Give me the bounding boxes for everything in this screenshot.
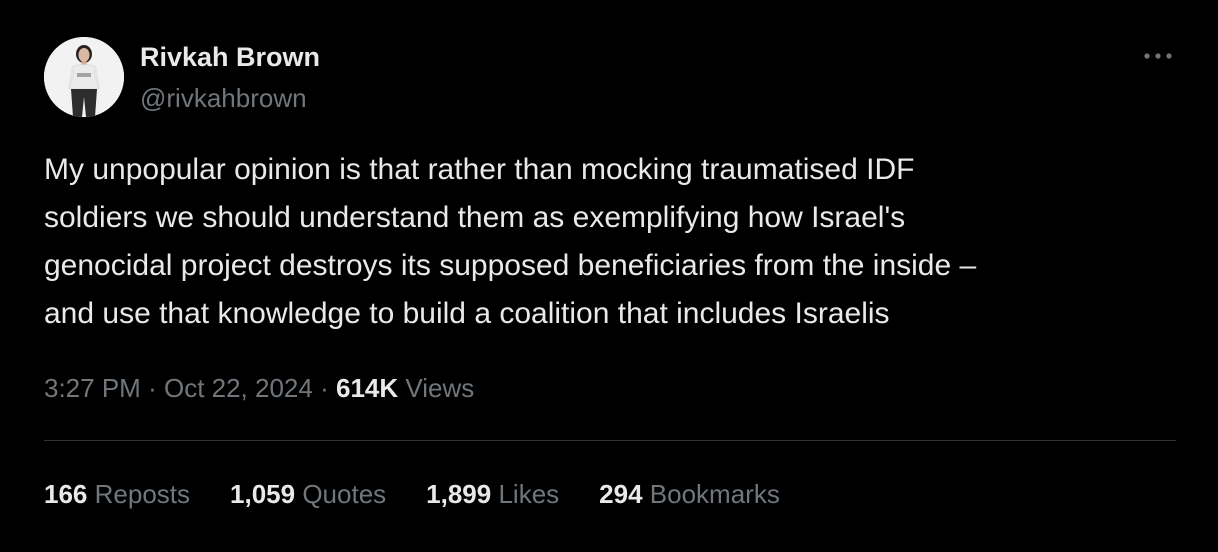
more-horizontal-icon bbox=[1144, 53, 1172, 59]
tweet-text: My unpopular opinion is that rather than… bbox=[44, 146, 1184, 338]
reposts-stat[interactable]: 166 Reposts bbox=[44, 476, 190, 512]
bookmarks-label: Bookmarks bbox=[649, 479, 780, 509]
avatar[interactable] bbox=[44, 37, 124, 117]
meta-separator: · bbox=[148, 373, 157, 403]
tweet-card: Rivkah Brown @rivkahbrown My unpopular o… bbox=[0, 0, 1218, 552]
likes-label: Likes bbox=[498, 479, 560, 509]
tweet-meta: 3:27 PM · Oct 22, 2024 · 614K Views bbox=[44, 370, 474, 406]
views-count: 614K bbox=[336, 373, 399, 403]
tweet-time[interactable]: 3:27 PM bbox=[44, 373, 141, 403]
views-label: Views bbox=[405, 373, 475, 403]
more-options-button[interactable] bbox=[1138, 38, 1178, 74]
author-handle[interactable]: @rivkahbrown bbox=[140, 82, 307, 114]
bookmarks-stat[interactable]: 294 Bookmarks bbox=[599, 476, 780, 512]
likes-stat[interactable]: 1,899 Likes bbox=[426, 476, 559, 512]
quotes-label: Quotes bbox=[302, 479, 387, 509]
author-display-name[interactable]: Rivkah Brown bbox=[140, 41, 320, 73]
tweet-text-line: and use that knowledge to build a coalit… bbox=[44, 297, 890, 330]
reposts-count: 166 bbox=[44, 479, 88, 509]
profile-photo-icon bbox=[44, 37, 124, 117]
tweet-text-line: genocidal project destroys its supposed … bbox=[44, 249, 977, 282]
likes-count: 1,899 bbox=[426, 479, 492, 509]
bookmarks-count: 294 bbox=[599, 479, 643, 509]
divider bbox=[44, 440, 1176, 441]
tweet-stats: 166 Reposts 1,059 Quotes 1,899 Likes 294… bbox=[44, 476, 820, 512]
reposts-label: Reposts bbox=[94, 479, 191, 509]
quotes-stat[interactable]: 1,059 Quotes bbox=[230, 476, 386, 512]
quotes-count: 1,059 bbox=[230, 479, 296, 509]
tweet-text-line: My unpopular opinion is that rather than… bbox=[44, 153, 915, 186]
tweet-text-line: soldiers we should understand them as ex… bbox=[44, 201, 906, 234]
tweet-date[interactable]: Oct 22, 2024 bbox=[164, 373, 313, 403]
meta-separator: · bbox=[320, 373, 329, 403]
